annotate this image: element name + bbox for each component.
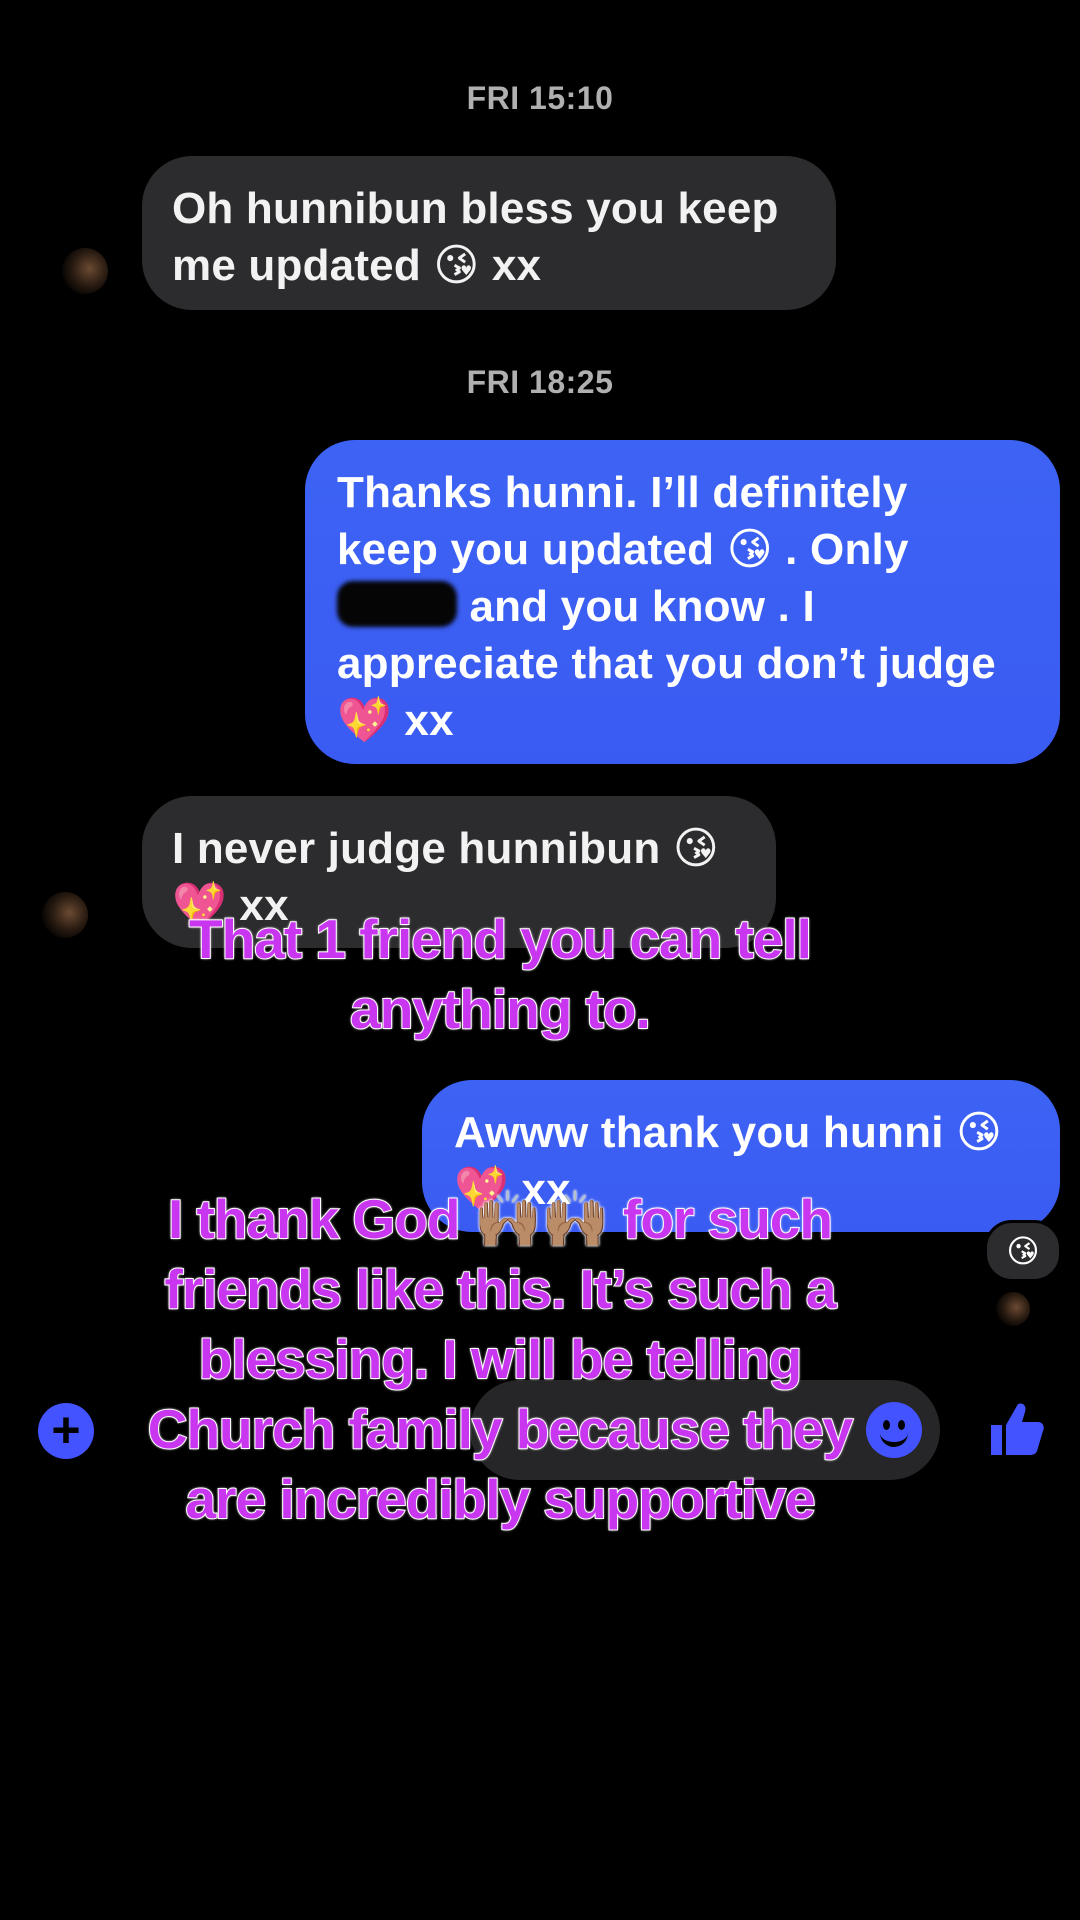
message-text-line: I never judge hunnibun 😘 — [172, 824, 719, 873]
message-text-line: 💖 xx — [337, 696, 454, 745]
message-text-line: Oh hunnibun bless you keep — [172, 184, 779, 233]
incoming-message-bubble[interactable]: Oh hunnibun bless you keep me updated 😘 … — [142, 156, 836, 310]
caption-line: are incredibly supportive — [184, 1467, 816, 1531]
caption-line: That 1 friend you can tell — [188, 907, 813, 971]
message-text-line: Thanks hunni. I’ll definitely — [337, 468, 908, 517]
caption-overlay: I thank God 🙌🏽🙌🏽 for such friends like t… — [0, 1184, 1000, 1534]
message-text-line: and you know . I — [337, 578, 1028, 635]
caption-line: blessing. I will be telling — [198, 1327, 804, 1391]
caption-line: anything to. — [349, 977, 652, 1041]
timestamp-fri-1510: FRI 15:10 — [466, 80, 614, 116]
read-receipt-avatar — [996, 1292, 1030, 1326]
outgoing-message-bubble[interactable]: Thanks hunni. I’ll definitely keep you u… — [305, 440, 1060, 764]
caption-line: friends like this. It’s such a — [164, 1257, 838, 1321]
message-text-line: appreciate that you don’t judge — [337, 639, 996, 688]
timestamp-fri-1825: FRI 18:25 — [466, 364, 614, 400]
message-text-line: keep you updated 😘 . Only — [337, 525, 909, 574]
message-text-fragment: and you know . I — [469, 582, 815, 631]
caption-line: Church family because they — [147, 1397, 855, 1461]
message-text-line: me updated 😘 xx — [172, 241, 542, 290]
message-text-line: Awww thank you hunni 😘 — [454, 1108, 1003, 1157]
avatar[interactable] — [62, 248, 108, 294]
caption-line: I thank God 🙌🏽🙌🏽 for such — [167, 1187, 834, 1251]
redaction-mark — [337, 581, 457, 627]
caption-overlay: That 1 friend you can tell anything to. — [0, 904, 1000, 1044]
